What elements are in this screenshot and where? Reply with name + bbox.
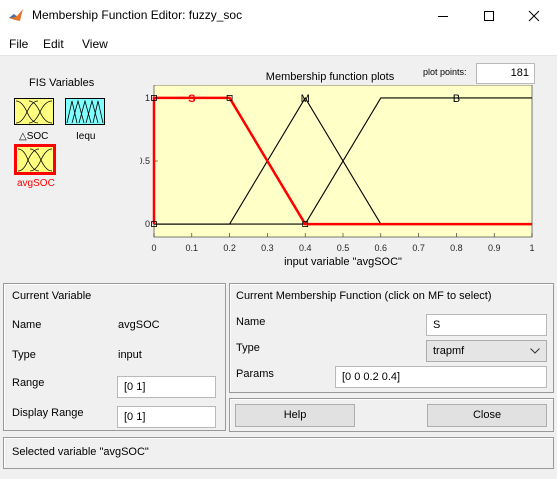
variable-type-label: Type xyxy=(12,349,36,361)
x-tick-label: 0.5 xyxy=(337,243,350,253)
status-text: Selected variable "avgSOC" xyxy=(12,446,149,458)
mf-label-b: B xyxy=(453,93,460,105)
minimize-icon xyxy=(438,16,448,17)
mf-shape-icon xyxy=(15,100,53,124)
mf-params-label: Params xyxy=(236,368,274,380)
close-window-button[interactable] xyxy=(511,0,557,32)
mf-type-dropdown[interactable]: trapmf xyxy=(426,340,547,362)
output-variable-iequ-box[interactable] xyxy=(65,98,105,125)
range-input[interactable]: [0 1] xyxy=(117,376,216,398)
mf-type-value: trapmf xyxy=(433,345,465,357)
display-range-input[interactable]: [0 1] xyxy=(117,406,216,428)
maximize-button[interactable] xyxy=(466,0,512,32)
variable-name-label: Name xyxy=(12,319,42,331)
mf-label-s: S xyxy=(188,93,195,105)
x-tick-label: 0.6 xyxy=(375,243,388,253)
help-button[interactable]: Help xyxy=(235,404,355,427)
y-tick-label: 1 xyxy=(145,93,150,103)
window-title: Membership Function Editor: fuzzy_soc xyxy=(32,8,243,22)
mf-type-label: Type xyxy=(236,342,260,354)
mf-shape-icon xyxy=(17,148,53,172)
mf-name-input[interactable]: S xyxy=(426,314,547,336)
input-variable-avgsoc-box[interactable] xyxy=(14,144,56,175)
plot-points-label: plot points: xyxy=(423,67,467,77)
x-tick-label: 0.1 xyxy=(186,243,199,253)
plot-title: Membership function plots xyxy=(265,71,395,83)
x-tick-label: 0.7 xyxy=(412,243,425,253)
x-tick-label: 0.9 xyxy=(488,243,501,253)
chevron-down-icon xyxy=(530,348,540,354)
y-tick-label: 0 xyxy=(145,219,150,229)
variable-name-value: avgSOC xyxy=(118,319,160,331)
output-variable-iequ-label: Iequ xyxy=(76,131,96,142)
range-label: Range xyxy=(12,377,45,389)
variable-type-value: input xyxy=(118,349,142,361)
current-variable-heading: Current Variable xyxy=(12,290,92,302)
matlab-app-icon xyxy=(9,9,23,21)
x-tick-label: 0.3 xyxy=(261,243,274,253)
x-tick-label: 0.8 xyxy=(450,243,463,253)
membership-function-chart[interactable]: 0 0.1 0.2 0.3 0.4 0.5 0.6 0.7 0.8 0.9 1 0 0.5 1 input … xyxy=(140,85,540,280)
menu-view[interactable]: View xyxy=(82,37,108,51)
maximize-icon xyxy=(484,11,494,21)
input-variable-avgsoc-label: avgSOC xyxy=(17,178,55,189)
mf-label-m: M xyxy=(301,93,310,105)
mf-name-label: Name xyxy=(236,316,266,328)
plot-points-input[interactable]: 181 xyxy=(476,63,535,84)
x-tick-label: 0.4 xyxy=(299,243,312,253)
mf-params-input[interactable]: [0 0 0.2 0.4] xyxy=(335,366,547,388)
y-tick-label: 0.5 xyxy=(140,156,150,166)
x-axis-label: input variable "avgSOC" xyxy=(284,256,402,268)
close-button[interactable]: Close xyxy=(427,404,547,427)
current-mf-heading: Current Membership Function (click on MF… xyxy=(236,290,492,302)
output-mf-icon xyxy=(66,99,104,124)
display-range-label: Display Range xyxy=(12,407,84,419)
x-tick-label: 0.2 xyxy=(223,243,236,253)
x-tick-label: 0 xyxy=(151,243,156,253)
input-variable-soc-label: △SOC xyxy=(19,131,49,142)
close-icon xyxy=(528,10,540,22)
x-tick-label: 1 xyxy=(529,243,534,253)
input-variable-soc-box[interactable] xyxy=(14,98,54,125)
minimize-button[interactable] xyxy=(420,0,466,32)
menu-file[interactable]: File xyxy=(9,37,28,51)
menu-edit[interactable]: Edit xyxy=(43,37,64,51)
fis-variables-heading: FIS Variables xyxy=(29,77,95,89)
